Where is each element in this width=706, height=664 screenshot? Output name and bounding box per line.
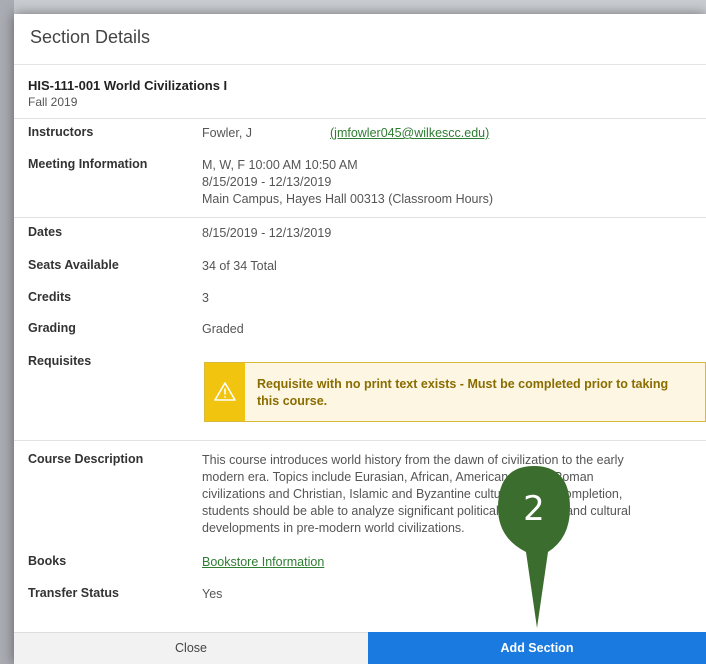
- meeting-times: M, W, F 10:00 AM 10:50 AM: [202, 158, 358, 172]
- credits-value: 3: [202, 291, 209, 305]
- grading-value: Graded: [202, 322, 244, 336]
- course-code-title: HIS-111-001 World Civilizations I: [28, 78, 228, 93]
- add-section-button[interactable]: Add Section: [368, 632, 706, 664]
- course-description-label: Course Description: [28, 452, 144, 466]
- warning-line-1: Requisite with no print text exists - Mu…: [257, 377, 669, 391]
- transfer-status-label: Transfer Status: [28, 586, 120, 600]
- close-button[interactable]: Close: [14, 632, 368, 664]
- bookstore-link[interactable]: Bookstore Information: [202, 554, 324, 571]
- callout-number: 2: [523, 489, 545, 529]
- warning-triangle-icon: [214, 382, 236, 401]
- warning-text: Requisite with no print text exists - Mu…: [257, 376, 695, 410]
- meeting-dates: 8/15/2019 - 12/13/2019: [202, 175, 332, 189]
- instructor-email-link[interactable]: (jmfowler045@wilkescc.edu): [330, 125, 489, 142]
- requisite-warning: Requisite with no print text exists - Mu…: [204, 362, 706, 422]
- course-heading: HIS-111-001 World Civilizations I Fall 2…: [28, 78, 227, 109]
- seats-value: 34 of 34 Total: [202, 259, 277, 273]
- section-details-dialog: Section Details HIS-111-001 World Civili…: [14, 14, 706, 664]
- dates-value: 8/15/2019 - 12/13/2019: [202, 226, 332, 240]
- dates-label: Dates: [28, 225, 63, 239]
- meeting-info-label: Meeting Information: [28, 157, 148, 171]
- seats-label: Seats Available: [28, 258, 119, 272]
- dialog-header: Section Details: [14, 14, 706, 65]
- books-label: Books: [28, 554, 67, 568]
- dialog-footer: Close Add Section: [14, 632, 706, 664]
- divider: [14, 118, 706, 119]
- course-term: Fall 2019: [28, 95, 78, 109]
- dialog-title: Section Details: [30, 27, 151, 47]
- credits-label: Credits: [28, 290, 72, 304]
- divider: [14, 440, 706, 441]
- instructors-label: Instructors: [28, 125, 94, 139]
- divider: [14, 217, 706, 218]
- instructor-name: Fowler, J: [202, 126, 253, 140]
- meeting-location: Main Campus, Hayes Hall 00313 (Classroom…: [202, 192, 494, 206]
- page-backdrop: [0, 0, 14, 664]
- warning-icon-box: [205, 363, 245, 421]
- transfer-status-value: Yes: [202, 587, 223, 601]
- grading-label: Grading: [28, 321, 76, 335]
- warning-line-2: this course.: [257, 394, 328, 408]
- requisites-label: Requisites: [28, 354, 92, 368]
